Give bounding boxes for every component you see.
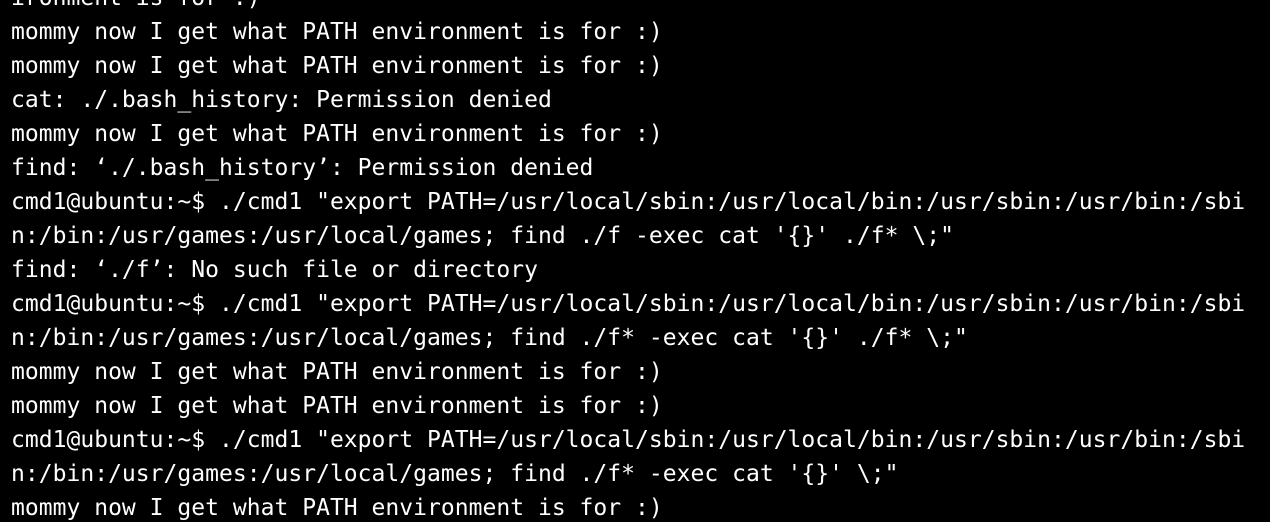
- terminal-command-line-continued: n:/bin:/usr/games:/usr/local/games; find…: [11, 325, 968, 351]
- terminal-line: mommy now I get what PATH environment is…: [11, 393, 663, 419]
- terminal-line: mommy now I get what PATH environment is…: [11, 359, 663, 385]
- terminal-line: cat: ./.bash_history: Permission denied: [11, 87, 552, 113]
- terminal-command-line-continued: n:/bin:/usr/games:/usr/local/games; find…: [11, 461, 899, 487]
- terminal-command-line: cmd1@ubuntu:~$ ./cmd1 "export PATH=/usr/…: [11, 189, 1246, 215]
- terminal-command-line: cmd1@ubuntu:~$ ./cmd1 "export PATH=/usr/…: [11, 427, 1246, 453]
- terminal-line: mommy now I get what PATH environment is…: [11, 495, 663, 521]
- terminal-command-line: cmd1@ubuntu:~$ ./cmd1 "export PATH=/usr/…: [11, 291, 1246, 317]
- terminal-line: mommy now I get what PATH environment is…: [11, 19, 663, 45]
- terminal-line: find: ‘./.bash_history’: Permission deni…: [11, 155, 594, 181]
- terminal-line: ironment is for :): [11, 0, 1245, 15]
- terminal-line: find: ‘./f’: No such file or directory: [11, 257, 538, 283]
- terminal-window[interactable]: ironment is for :) mommy now I get what …: [0, 0, 1270, 522]
- terminal-output: ironment is for :) mommy now I get what …: [11, 0, 1245, 522]
- terminal-line: mommy now I get what PATH environment is…: [11, 53, 663, 79]
- terminal-line: mommy now I get what PATH environment is…: [11, 121, 663, 147]
- terminal-command-line-continued: n:/bin:/usr/games:/usr/local/games; find…: [11, 223, 954, 249]
